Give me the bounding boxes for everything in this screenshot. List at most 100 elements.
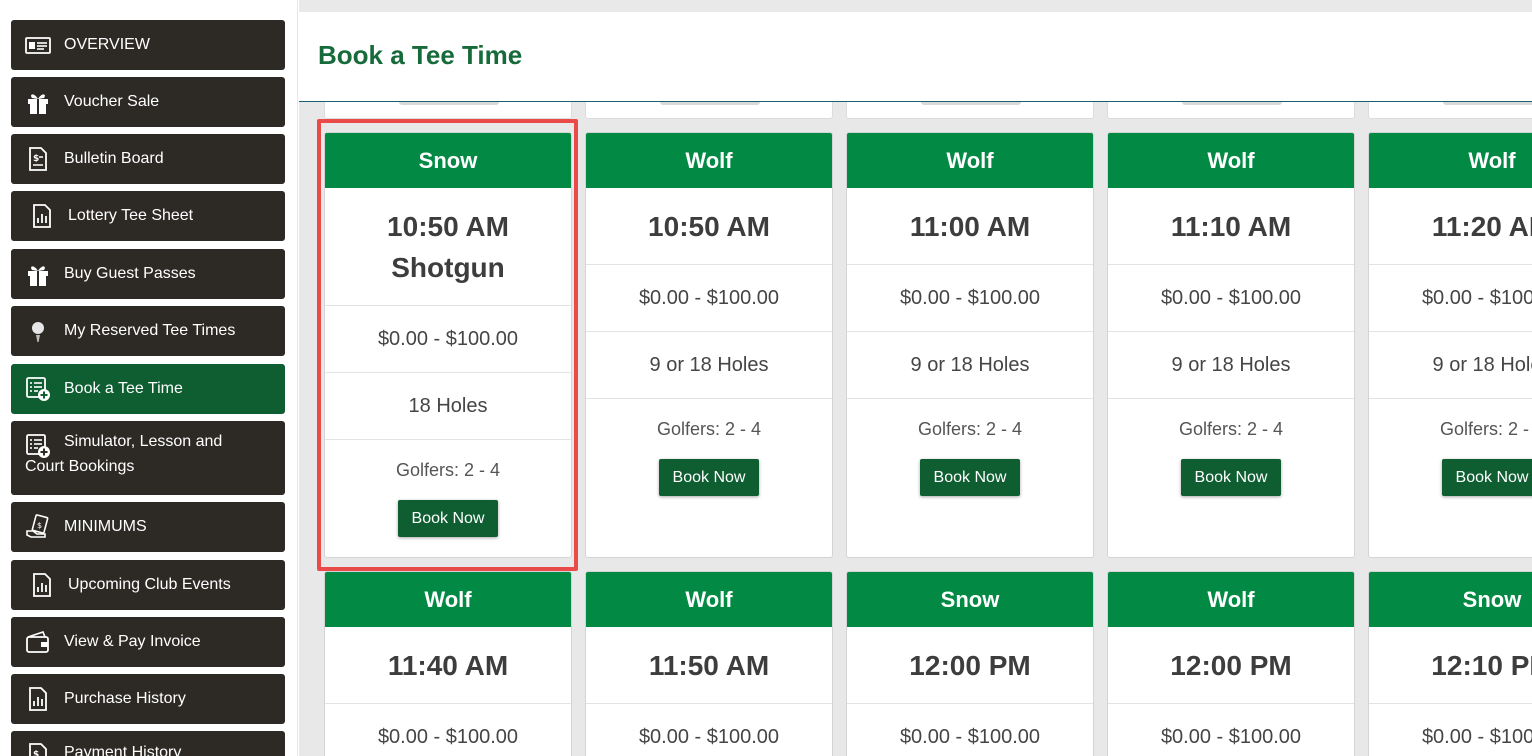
price-range: $0.00 - $100.00 <box>586 265 832 332</box>
wallet-icon <box>24 628 52 656</box>
report-chart-icon <box>28 571 56 599</box>
price-range: $0.00 - $100.00 <box>325 306 571 373</box>
sidebar-item-label-line1: Simulator, Lesson and <box>64 433 223 450</box>
golf-ball-tee-icon <box>24 317 52 345</box>
tee-time-block: 10:50 AM Shotgun <box>325 188 571 306</box>
sidebar-item-purchase-history[interactable]: Purchase History <box>11 674 285 724</box>
golfers: Golfers: 2 - 4 <box>1439 418 1532 439</box>
tee-time-card[interactable]: Wolf 11:10 AM $0.00 - $100.00 9 or 18 Ho… <box>1107 132 1355 558</box>
holes: 18 Holes <box>325 373 571 440</box>
tee-time-card[interactable]: Wolf 11:20 AM $0.00 - $100.00 9 or 18 Ho… <box>1368 132 1532 558</box>
book-now-button[interactable]: Book Now <box>398 500 498 537</box>
holes: 9 or 18 Holes <box>586 332 832 399</box>
price-range: $0.00 - $100.00 <box>325 704 571 756</box>
sidebar-item-label: OVERVIEW <box>64 36 150 53</box>
tee-time-card[interactable]: Snow 12:10 PM $0.00 - $100.00 <box>1368 571 1532 756</box>
main-content: Book a Tee Time Snow 10:50 AM Shotgun $0… <box>299 0 1532 756</box>
svg-text:$: $ <box>33 154 39 164</box>
gift-icon <box>24 260 52 288</box>
course-name: Wolf <box>1108 572 1354 627</box>
sidebar-item-simulator-lesson-court-bookings[interactable]: Simulator, Lesson and Court Bookings <box>11 421 285 495</box>
report-chart-icon <box>24 685 52 713</box>
golfers: Golfers: 2 - 4 <box>1178 418 1284 439</box>
book-now-button[interactable]: Book Now <box>1442 459 1532 496</box>
tee-time-card[interactable]: Wolf 12:00 PM $0.00 - $100.00 <box>1107 571 1355 756</box>
golfers: Golfers: 2 - 4 <box>656 418 762 439</box>
holes: 9 or 18 Holes <box>1369 332 1532 399</box>
sidebar-item-label: View & Pay Invoice <box>64 633 201 650</box>
price-range: $0.00 - $100.00 <box>1369 704 1532 756</box>
sidebar-item-label: Payment History <box>64 744 182 756</box>
tee-time: 12:10 PM <box>1369 627 1532 704</box>
holes: 9 or 18 Holes <box>1108 332 1354 399</box>
cash-hand-icon: $ <box>24 513 52 541</box>
top-strip <box>299 0 1532 12</box>
tee-time: 11:00 AM <box>847 188 1093 265</box>
sidebar-item-lottery-tee-sheet[interactable]: Lottery Tee Sheet <box>11 191 285 241</box>
price-range: $0.00 - $100.00 <box>1108 265 1354 332</box>
course-name: Wolf <box>325 572 571 627</box>
id-card-icon <box>24 31 52 59</box>
tee-time: 10:50 AM <box>586 188 832 265</box>
sidebar-item-upcoming-club-events[interactable]: Upcoming Club Events <box>11 560 285 610</box>
sidebar-item-view-pay-invoice[interactable]: View & Pay Invoice <box>11 617 285 667</box>
sidebar-item-label: Book a Tee Time <box>64 380 183 397</box>
sidebar-item-book-a-tee-time[interactable]: Book a Tee Time <box>11 364 285 414</box>
tee-time-card[interactable]: Wolf 10:50 AM $0.00 - $100.00 9 or 18 Ho… <box>585 132 833 558</box>
sidebar-item-label: Buy Guest Passes <box>64 265 196 282</box>
price-range: $0.00 - $100.00 <box>847 704 1093 756</box>
sidebar-item-label: Lottery Tee Sheet <box>68 207 194 224</box>
list-add-icon <box>24 375 52 403</box>
sidebar-item-label: My Reserved Tee Times <box>64 322 236 339</box>
tee-time-card[interactable]: Snow 12:00 PM $0.00 - $100.00 <box>846 571 1094 756</box>
sidebar-nav: OVERVIEW Voucher Sale $ Bulletin Board L… <box>0 0 298 756</box>
sidebar-item-label: Upcoming Club Events <box>68 576 231 593</box>
sidebar-item-payment-history[interactable]: $ Payment History <box>11 731 285 756</box>
golfers: Golfers: 2 - 4 <box>917 418 1023 439</box>
course-name: Snow <box>325 133 571 188</box>
golfers: Golfers: 2 - 4 <box>395 459 501 480</box>
course-name: Snow <box>847 572 1093 627</box>
course-name: Wolf <box>586 133 832 188</box>
svg-text:$: $ <box>37 521 42 530</box>
report-chart-icon <box>28 202 56 230</box>
sidebar-item-overview[interactable]: OVERVIEW <box>11 20 285 70</box>
book-now-button[interactable]: Book Now <box>659 459 759 496</box>
previous-card-stub <box>1368 102 1532 119</box>
course-name: Wolf <box>586 572 832 627</box>
price-range: $0.00 - $100.00 <box>1369 265 1532 332</box>
sidebar-item-my-reserved-tee-times[interactable]: My Reserved Tee Times <box>11 306 285 356</box>
course-name: Wolf <box>847 133 1093 188</box>
list-add-icon <box>24 432 52 460</box>
previous-card-stub <box>1107 102 1355 119</box>
sidebar-item-voucher-sale[interactable]: Voucher Sale <box>11 77 285 127</box>
tee-time-card[interactable]: Wolf 11:00 AM $0.00 - $100.00 9 or 18 Ho… <box>846 132 1094 558</box>
tee-time: 11:10 AM <box>1108 188 1354 265</box>
price-range: $0.00 - $100.00 <box>1108 704 1354 756</box>
price-range: $0.00 - $100.00 <box>586 704 832 756</box>
sidebar-item-buy-guest-passes[interactable]: Buy Guest Passes <box>11 249 285 299</box>
tee-time-card[interactable]: Wolf 11:50 AM $0.00 - $100.00 <box>585 571 833 756</box>
sidebar-item-label: Voucher Sale <box>64 93 160 110</box>
sidebar-item-minimums[interactable]: $ MINIMUMS <box>11 502 285 552</box>
book-now-button[interactable]: Book Now <box>920 459 1020 496</box>
course-name: Wolf <box>1369 133 1532 188</box>
course-name: Wolf <box>1108 133 1354 188</box>
tee-time-type: Shotgun <box>391 251 505 283</box>
sidebar-item-bulletin-board[interactable]: $ Bulletin Board <box>11 134 285 184</box>
sidebar-item-label: Bulletin Board <box>64 150 164 167</box>
sidebar-item-label-line2: Court Bookings <box>25 458 135 475</box>
price-range: $0.00 - $100.00 <box>847 265 1093 332</box>
tee-time-card[interactable]: Snow 10:50 AM Shotgun $0.00 - $100.00 18… <box>324 132 572 558</box>
previous-card-stub <box>846 102 1094 119</box>
tee-time-card[interactable]: Wolf 11:40 AM $0.00 - $100.00 <box>324 571 572 756</box>
book-now-button[interactable]: Book Now <box>1181 459 1281 496</box>
sidebar-item-label: MINIMUMS <box>64 518 147 535</box>
tee-time: 10:50 AM <box>387 210 509 242</box>
sidebar-item-label: Purchase History <box>64 690 186 707</box>
previous-card-stub <box>324 102 572 119</box>
svg-text:$: $ <box>33 750 39 756</box>
document-dollar-icon: $ <box>24 145 52 173</box>
tee-time: 12:00 PM <box>1108 627 1354 704</box>
page-header: Book a Tee Time <box>299 12 1532 102</box>
